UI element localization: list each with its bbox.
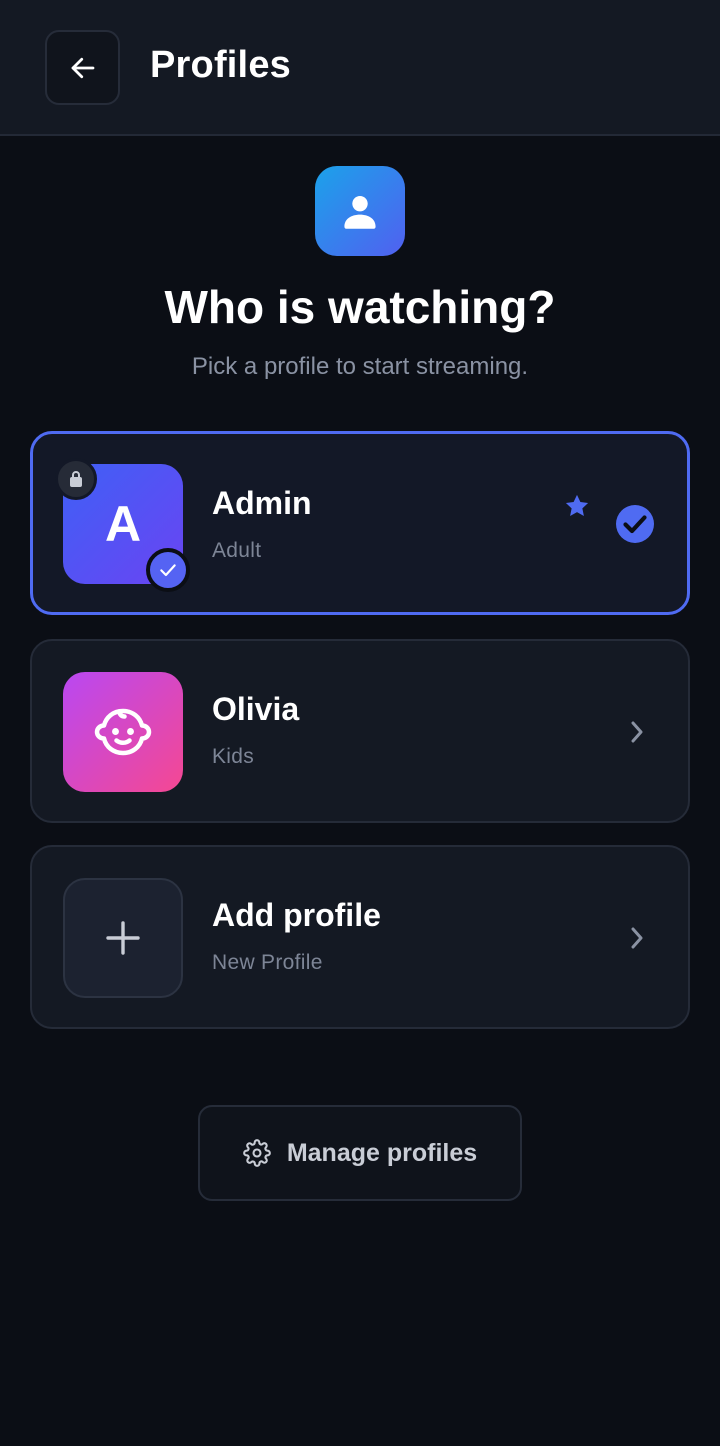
chevron-right-icon	[631, 721, 643, 743]
selected-check-badge-icon	[146, 548, 190, 592]
manage-profiles-label: Manage profiles	[286, 1138, 478, 1167]
manage-profiles-button[interactable]: Manage profiles	[198, 1105, 522, 1201]
gear-icon	[242, 1139, 271, 1167]
add-profile-avatar	[63, 878, 183, 998]
check-circle-icon	[616, 505, 654, 543]
profile-name: Olivia	[212, 691, 300, 727]
top-bar: Profiles	[0, 0, 720, 136]
profile-type: New Profile	[212, 951, 323, 974]
arrow-left-icon	[71, 57, 94, 78]
chevron-right-icon	[631, 927, 643, 949]
baby-face-icon	[94, 708, 152, 756]
add-profile-card[interactable]: Add profile New Profile	[30, 845, 690, 1029]
profile-card-olivia[interactable]: Olivia Kids	[30, 639, 690, 823]
lock-icon	[55, 458, 97, 500]
plus-icon	[106, 921, 140, 955]
profile-type: Adult	[212, 539, 262, 562]
profile-name: Add profile	[212, 897, 381, 933]
star-icon	[565, 494, 589, 517]
profile-name: Admin	[212, 485, 312, 521]
avatar-letter: A	[104, 496, 142, 552]
profile-card-admin[interactable]: A Admin Adult	[30, 431, 690, 615]
user-icon	[315, 166, 405, 256]
page-title: Profiles	[150, 44, 291, 86]
back-button[interactable]	[45, 30, 120, 105]
avatar-kids	[63, 672, 183, 792]
hero-subtitle: Pick a profile to start streaming.	[191, 353, 529, 380]
profile-type: Kids	[212, 745, 255, 768]
hero-title: Who is watching?	[164, 281, 556, 333]
